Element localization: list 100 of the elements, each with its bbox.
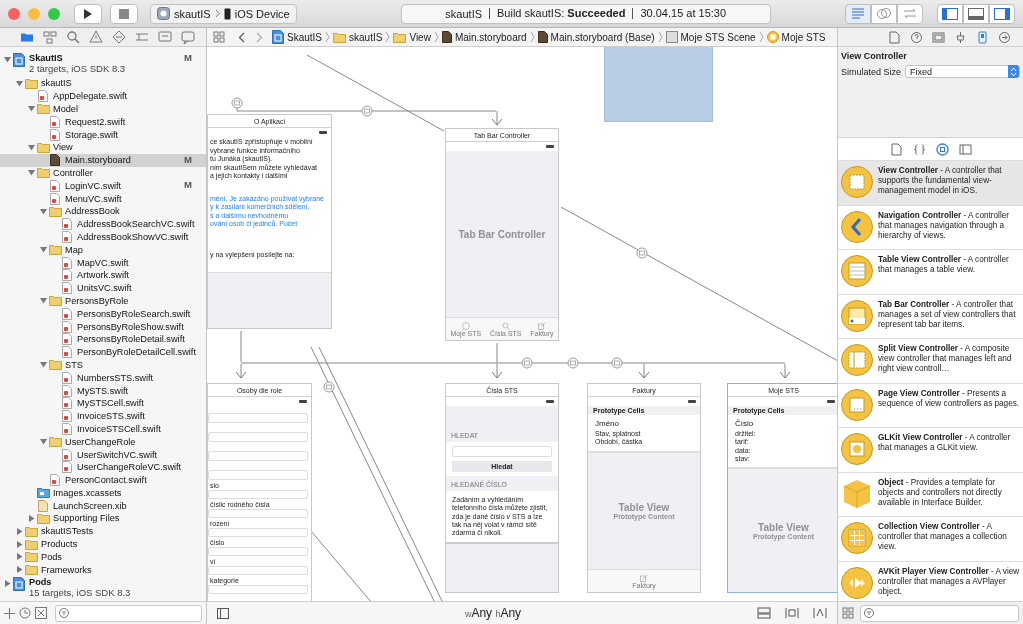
- navigator-item[interactable]: Products: [0, 537, 206, 551]
- disclosure-triangle-icon[interactable]: [39, 246, 47, 254]
- library-item[interactable]: View Controller - A controller that supports the fundamental view-management model in iOS.: [838, 161, 1023, 206]
- disclosure-triangle-icon[interactable]: [15, 527, 23, 535]
- navigator-item[interactable]: PersonsByRoleSearch.swift: [0, 307, 206, 321]
- input-field[interactable]: [208, 432, 308, 442]
- navigator-item[interactable]: PersonsByRoleDetail.swift: [0, 332, 206, 346]
- navigator-item[interactable]: Pods 15 targets, iOS SDK 8.3: [0, 576, 206, 601]
- scheme-selector[interactable]: skautIS iOS Device: [150, 3, 297, 24]
- stop-button[interactable]: [110, 3, 138, 24]
- disclosure-triangle-icon[interactable]: [15, 79, 23, 87]
- filter-field[interactable]: [55, 604, 202, 622]
- input-field[interactable]: [208, 547, 308, 556]
- navigator-item[interactable]: AddressBook: [0, 204, 206, 218]
- inspector-tab[interactable]: [908, 30, 925, 44]
- disclosure-triangle-icon[interactable]: [15, 566, 23, 574]
- segue-line[interactable]: [240, 330, 242, 363]
- input-field[interactable]: [208, 490, 308, 499]
- input-field[interactable]: [208, 528, 308, 537]
- segue-arrow[interactable]: [235, 363, 247, 379]
- breadcrumb[interactable]: View: [393, 31, 431, 43]
- navigator-item[interactable]: PersonsByRoleShow.swift: [0, 320, 206, 333]
- segue-arrow[interactable]: [638, 363, 650, 379]
- input-field[interactable]: [208, 470, 308, 480]
- input-field[interactable]: [208, 451, 308, 461]
- recent-filter-button[interactable]: [19, 607, 31, 619]
- panel-toggle-button[interactable]: [963, 3, 989, 24]
- library-tab[interactable]: [935, 142, 949, 156]
- back-button[interactable]: [236, 31, 247, 43]
- navigator-item[interactable]: LaunchScreen.xib: [0, 499, 206, 513]
- navigator-item[interactable]: skautIS: [0, 77, 206, 90]
- editor-mode-button[interactable]: [845, 3, 871, 24]
- search-field[interactable]: [452, 446, 552, 457]
- navigator-item[interactable]: AddressBookSearchVC.swift: [0, 217, 206, 231]
- breadcrumb[interactable]: Moje STS: [766, 31, 826, 43]
- navigator-item[interactable]: Supporting Files: [0, 512, 206, 525]
- run-button[interactable]: [74, 3, 102, 24]
- navigator-item[interactable]: PersonsByRole: [0, 294, 206, 308]
- disclosure-triangle-icon[interactable]: [3, 56, 11, 63]
- navigator-item[interactable]: Storage.swift: [0, 128, 206, 141]
- input-field[interactable]: [208, 585, 308, 594]
- disclosure-triangle-icon[interactable]: [39, 207, 47, 215]
- navigator-item[interactable]: Request2.swift: [0, 115, 206, 129]
- disclosure-triangle-icon[interactable]: [27, 515, 35, 522]
- breadcrumb[interactable]: Moje STS Scene: [665, 31, 756, 43]
- navigator-item[interactable]: skautISTests: [0, 524, 206, 538]
- view-mode-button[interactable]: [842, 607, 854, 619]
- disclosure-triangle-icon[interactable]: [27, 105, 35, 113]
- panel-toggle-button[interactable]: [989, 3, 1015, 24]
- pin-button[interactable]: [811, 607, 829, 619]
- segue-line[interactable]: [310, 530, 373, 601]
- disclosure-triangle-icon[interactable]: [15, 553, 23, 561]
- navigator-item[interactable]: PersonContact.swift: [0, 473, 206, 487]
- library-tab[interactable]: [912, 142, 926, 156]
- navigator-item[interactable]: AppDelegate.swift: [0, 89, 206, 103]
- library-tab[interactable]: [958, 142, 972, 156]
- navigator-item[interactable]: MapVC.swift: [0, 256, 206, 269]
- input-field[interactable]: [208, 413, 308, 423]
- related-items-button[interactable]: [211, 31, 227, 43]
- add-button[interactable]: [4, 607, 15, 619]
- simulated-size-select[interactable]: Fixed: [905, 65, 1020, 78]
- close-button[interactable]: [8, 7, 20, 20]
- navigator-item[interactable]: LoginVC.swift M: [0, 179, 206, 193]
- navigator-item[interactable]: UserSwitchVC.swift: [0, 448, 206, 461]
- segue-icon[interactable]: [323, 381, 335, 393]
- segue-icon[interactable]: [611, 357, 623, 369]
- disclosure-triangle-icon[interactable]: [3, 580, 11, 588]
- segue-arrow[interactable]: [491, 363, 503, 379]
- navigator-item[interactable]: Pods: [0, 550, 206, 564]
- segue-line[interactable]: [496, 342, 498, 364]
- segue-line[interactable]: [306, 54, 445, 132]
- disclosure-triangle-icon[interactable]: [39, 438, 47, 446]
- zoom-button[interactable]: [48, 7, 60, 20]
- navigator-item[interactable]: SkautIS 2 targets, iOS SDK 8.3 M: [0, 52, 206, 77]
- editor-mode-button[interactable]: [897, 3, 923, 24]
- navigator-item[interactable]: NumbersSTS.swift: [0, 371, 206, 385]
- scm-filter-button[interactable]: [35, 607, 47, 619]
- size-class-button[interactable]: wAny hAny: [464, 606, 522, 620]
- segue-line[interactable]: [240, 362, 786, 364]
- disclosure-triangle-icon[interactable]: [39, 361, 47, 369]
- segue-icon[interactable]: [521, 357, 533, 369]
- navigator-item[interactable]: PersonByRoleDetailCell.swift: [0, 345, 206, 359]
- navigator-item[interactable]: InvoiceSTSCell.swift: [0, 422, 206, 436]
- navigator-item[interactable]: InvoiceSTS.swift: [0, 409, 206, 423]
- breadcrumb[interactable]: skautIS: [333, 31, 383, 43]
- breadcrumb[interactable]: Main.storyboard: [441, 31, 527, 43]
- navigator-item[interactable]: Model: [0, 102, 206, 116]
- panel-toggle-button[interactable]: [937, 3, 963, 24]
- filter-field[interactable]: [860, 604, 1019, 622]
- outline-toggle-button[interactable]: [215, 607, 231, 619]
- segue-arrow[interactable]: [779, 363, 791, 379]
- navigator-item[interactable]: MySTS.swift: [0, 384, 206, 397]
- disclosure-triangle-icon[interactable]: [27, 169, 35, 177]
- stack-button[interactable]: [755, 607, 773, 619]
- navigator-item[interactable]: Main.storyboard M: [0, 153, 206, 167]
- navigator-item[interactable]: STS: [0, 358, 206, 372]
- segue-icon[interactable]: [636, 247, 648, 259]
- navigator-item[interactable]: Images.xcassets: [0, 486, 206, 500]
- disclosure-triangle-icon[interactable]: [27, 143, 35, 151]
- breadcrumb[interactable]: Main.storyboard (Base): [537, 31, 655, 43]
